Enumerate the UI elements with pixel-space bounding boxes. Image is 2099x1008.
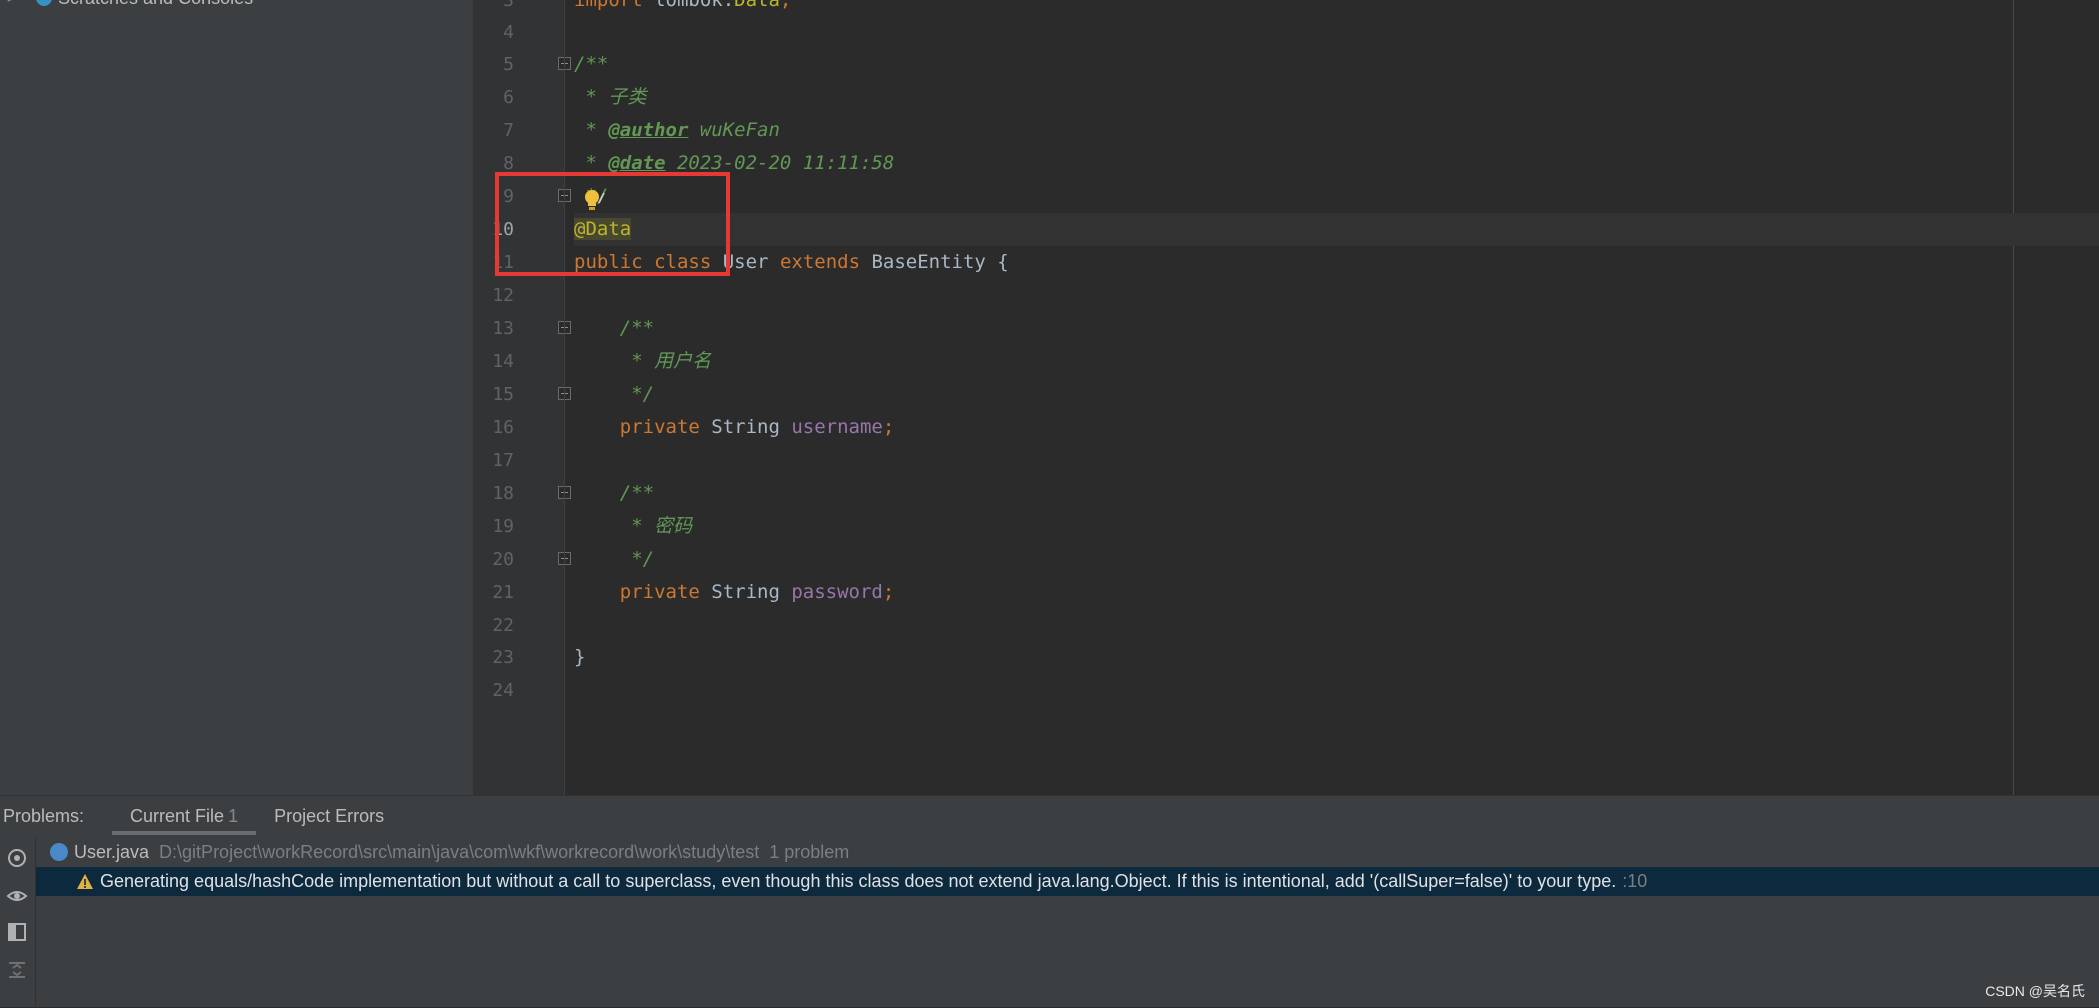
file-path: D:\gitProject\workRecord\src\main\java\c…: [159, 841, 760, 862]
lightbulb-icon[interactable]: [583, 189, 605, 213]
code-line-13: /**: [574, 317, 655, 339]
problems-list[interactable]: User.java D:\gitProject\workRecord\src\m…: [36, 837, 2099, 1008]
line-gutter: 3 4 5 6 7 8 9 10 11 12 13 14 15 16 17 18…: [474, 0, 571, 795]
collapse-icon[interactable]: [6, 959, 28, 981]
problems-header: Problems: Current File 1 Project Errors: [0, 796, 2099, 837]
code-line-9: */: [574, 180, 2099, 213]
line-number: 15: [492, 384, 514, 405]
data-annotation[interactable]: @Data: [574, 218, 632, 240]
code-area[interactable]: import lombok.Data; /** * 子类 * @author w…: [574, 0, 2099, 795]
problem-row-selected[interactable]: Generating equals/hashCode implementatio…: [36, 867, 2099, 896]
chevron-right-icon[interactable]: ▸: [0, 0, 22, 6]
fold-guide-line: [564, 0, 565, 795]
preview-icon[interactable]: [6, 921, 28, 943]
tab-project-errors[interactable]: Project Errors: [256, 796, 402, 837]
line-number: 16: [492, 417, 514, 438]
code-line-14: * 用户名: [574, 350, 712, 372]
line-number: 21: [492, 582, 514, 603]
warning-icon: [77, 873, 93, 889]
line-number: 12: [492, 285, 514, 306]
line-reference: :10: [1622, 871, 1648, 891]
line-number: 9: [503, 186, 514, 207]
problems-panel: Problems: Current File1 Project Errors: [0, 795, 2099, 1008]
code-line-5: /**: [574, 53, 609, 75]
line-number-current: 10: [492, 219, 514, 240]
line-number: 19: [492, 516, 514, 537]
problem-file-row[interactable]: User.java D:\gitProject\workRecord\src\m…: [36, 837, 2099, 867]
line-number: 20: [492, 549, 514, 570]
file-name: User.java: [74, 841, 150, 862]
tree-row-label: Scratches and Consoles: [58, 0, 253, 9]
line-number: 6: [503, 87, 514, 108]
problems-title: Problems:: [3, 806, 85, 826]
code-line-7: * @author wuKeFan: [574, 119, 780, 141]
tab-current-file[interactable]: Current File 1: [112, 796, 257, 837]
code-line-15: */: [574, 383, 655, 405]
line-number: 3: [503, 0, 514, 11]
line-number: 4: [503, 22, 514, 43]
line-number: 17: [492, 450, 514, 471]
line-number: 13: [492, 318, 514, 339]
eye-icon[interactable]: [6, 885, 28, 907]
project-panel: ▸ Scratches and Consoles: [0, 0, 474, 795]
problem-count: 1 problem: [769, 841, 850, 862]
line-number: 22: [492, 615, 514, 636]
line-number: 5: [503, 54, 514, 75]
problems-toolbar: [0, 837, 36, 1008]
watermark: CSDN @吴名氏: [1985, 983, 2085, 999]
code-line-16: private String username;: [619, 416, 895, 438]
code-line-6: * 子类: [574, 86, 647, 108]
line-number: 23: [492, 647, 514, 668]
code-line-3: import lombok.Data;: [574, 0, 792, 11]
code-line-19: * 密码: [574, 515, 693, 537]
tree-row-scratches[interactable]: ▸ Scratches and Consoles: [0, 0, 253, 10]
code-editor[interactable]: 3 4 5 6 7 8 9 10 11 12 13 14 15 16 17 18…: [474, 0, 2099, 795]
line-number: 24: [492, 680, 514, 701]
java-class-icon: [50, 843, 68, 861]
line-number: 14: [492, 351, 514, 372]
scratches-icon: [36, 0, 52, 6]
code-line-8: * @date 2023-02-20 11:11:58: [574, 152, 895, 174]
code-line-18: /**: [574, 482, 655, 504]
line-number: 7: [503, 120, 514, 141]
code-line-20: */: [574, 548, 655, 570]
code-line-10[interactable]: @Data: [574, 213, 2099, 246]
settings-icon[interactable]: [6, 847, 28, 869]
code-line-23: }: [574, 646, 586, 668]
code-line-11: public class User extends BaseEntity {: [574, 251, 1009, 273]
line-number: 8: [503, 153, 514, 174]
line-number: 18: [492, 483, 514, 504]
warning-message: Generating equals/hashCode implementatio…: [100, 871, 1617, 891]
code-line-21: private String password;: [619, 581, 895, 603]
line-number: 11: [492, 252, 514, 273]
